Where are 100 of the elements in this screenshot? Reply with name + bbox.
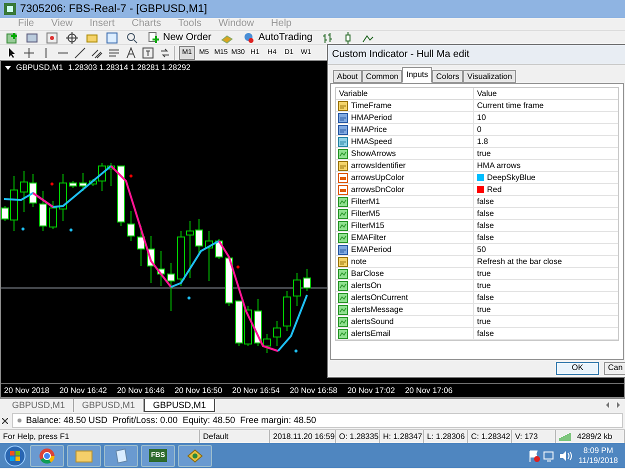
variable-name: alertsSound bbox=[351, 318, 394, 326]
variable-value[interactable]: true bbox=[477, 318, 491, 326]
column-header[interactable]: Value bbox=[474, 88, 618, 99]
candlestick bbox=[225, 256, 233, 306]
flag-icon[interactable] bbox=[528, 450, 540, 462]
variable-value[interactable]: 50 bbox=[477, 246, 486, 254]
time-axis-label: 20 Nov 16:50 bbox=[174, 386, 222, 394]
variable-value[interactable]: false bbox=[477, 222, 494, 230]
variable-name: EMAFilter bbox=[351, 234, 386, 242]
variable-value[interactable]: DeepSkyBlue bbox=[487, 174, 536, 182]
market-watch-icon[interactable] bbox=[44, 30, 60, 44]
variable-type-icon bbox=[338, 160, 348, 170]
variable-value[interactable]: false bbox=[477, 234, 494, 242]
hma-up-line bbox=[277, 294, 308, 352]
dialog-button[interactable]: Can bbox=[604, 362, 625, 374]
profiles-icon[interactable] bbox=[24, 30, 40, 44]
variable-type-icon bbox=[338, 280, 348, 290]
trendline-icon[interactable] bbox=[72, 46, 88, 60]
candlestick bbox=[69, 180, 77, 188]
variable-value[interactable]: true bbox=[477, 306, 491, 314]
variable-type-icon bbox=[338, 244, 348, 254]
navigator-icon[interactable] bbox=[104, 30, 120, 44]
column-header[interactable]: Variable bbox=[336, 88, 474, 99]
variable-name: alertsOnCurrent bbox=[351, 294, 408, 302]
taskbar-clock[interactable]: 8:09 PM 11/19/2018 bbox=[574, 446, 622, 466]
signal-dot bbox=[70, 228, 72, 232]
new-chart-icon[interactable] bbox=[4, 30, 20, 44]
candlestick bbox=[303, 268, 311, 292]
variable-value[interactable]: true bbox=[477, 270, 491, 278]
network-icon[interactable] bbox=[542, 450, 556, 462]
candlestick bbox=[79, 172, 87, 192]
chart-tab[interactable]: GBPUSD,M1 bbox=[144, 399, 216, 412]
candlestick bbox=[293, 272, 301, 306]
variable-type-icon bbox=[338, 124, 348, 134]
candlestick bbox=[273, 320, 281, 346]
new-order-button[interactable]: New Order bbox=[144, 30, 216, 44]
document-plus-icon bbox=[148, 32, 159, 43]
chart-symbol: GBPUSD,M1 bbox=[16, 64, 64, 72]
variable-type-icon bbox=[338, 112, 348, 122]
start-button[interactable] bbox=[3, 444, 27, 466]
variable-name: EMAPeriod bbox=[351, 246, 392, 254]
dialog-tab[interactable]: About bbox=[333, 70, 362, 83]
variable-value[interactable]: 1.8 bbox=[477, 138, 488, 146]
variable-type-icon bbox=[338, 196, 348, 206]
candlestick bbox=[167, 262, 175, 312]
dialog-tab[interactable]: Visualization bbox=[463, 70, 516, 83]
time-axis-label: 20 Nov 17:02 bbox=[347, 386, 395, 394]
variable-name: ShowArrows bbox=[351, 150, 396, 158]
balance-summary: Balance: 48.50 USD Profit/Loss: 0.00 Equity: 48.50 Free margin: 48.50 bbox=[26, 414, 316, 427]
variable-value[interactable]: true bbox=[477, 282, 491, 290]
variable-value[interactable]: Refresh at the bar close bbox=[477, 258, 562, 266]
dialog-title: Custom Indicator - Hull Ma edit bbox=[332, 48, 470, 62]
variable-type-icon bbox=[338, 232, 348, 242]
close-icon[interactable] bbox=[2, 418, 8, 424]
dropdown-triangle-icon[interactable] bbox=[5, 66, 11, 70]
volume-icon[interactable] bbox=[558, 450, 572, 462]
search-icon[interactable] bbox=[124, 30, 140, 44]
autotrading-button[interactable]: AutoTrading bbox=[239, 30, 316, 44]
taskbar-notepad-icon[interactable] bbox=[104, 444, 138, 466]
signal-dot bbox=[188, 296, 190, 300]
variable-value[interactable]: Red bbox=[487, 186, 502, 194]
hma-up-line bbox=[170, 240, 220, 288]
crosshair-icon[interactable] bbox=[64, 30, 80, 44]
app-icon bbox=[4, 3, 16, 15]
crosshair-icon[interactable] bbox=[21, 46, 37, 60]
variable-value[interactable]: true bbox=[477, 150, 491, 158]
variable-name: alertsOn bbox=[351, 282, 382, 290]
variable-value[interactable]: HMA arrows bbox=[477, 162, 521, 170]
variable-name: TimeFrame bbox=[351, 102, 392, 110]
signal-bars-icon bbox=[559, 432, 573, 441]
taskbar-browser-icon[interactable] bbox=[30, 444, 64, 466]
dialog-tab[interactable]: Colors bbox=[432, 70, 464, 83]
taskbar-folder-icon[interactable] bbox=[67, 444, 101, 466]
candlestick bbox=[137, 226, 145, 266]
text-label-icon[interactable] bbox=[140, 46, 156, 60]
taskbar-trading-icon[interactable] bbox=[178, 444, 212, 466]
dialog-tab[interactable]: Inputs bbox=[402, 67, 432, 83]
variable-type-icon bbox=[338, 304, 348, 314]
variable-value[interactable]: false bbox=[477, 330, 494, 338]
variable-value[interactable]: 10 bbox=[477, 114, 486, 122]
variable-name: HMAPrice bbox=[351, 126, 388, 134]
variable-value[interactable]: false bbox=[477, 210, 494, 218]
candlestick bbox=[39, 190, 47, 232]
signal-dot bbox=[130, 174, 132, 178]
variable-name: note bbox=[351, 258, 367, 266]
variable-type-icon bbox=[338, 148, 348, 158]
variable-value[interactable]: 0 bbox=[477, 126, 482, 134]
candlestick bbox=[127, 210, 135, 242]
variable-value[interactable]: false bbox=[477, 198, 494, 206]
variable-name: alertsMessage bbox=[351, 306, 404, 314]
variable-value[interactable]: Current time frame bbox=[477, 102, 544, 110]
scroll-arrows-icon[interactable] bbox=[605, 402, 621, 408]
signal-dot bbox=[236, 266, 240, 268]
variable-value[interactable]: false bbox=[477, 294, 494, 302]
variable-type-icon bbox=[338, 136, 348, 146]
variable-type-icon bbox=[338, 184, 348, 194]
time-axis-label: 20 Nov 17:06 bbox=[404, 386, 453, 394]
dialog-tab[interactable]: Common bbox=[362, 70, 402, 83]
dialog-button[interactable]: OK bbox=[556, 362, 599, 374]
candlestick bbox=[283, 290, 291, 332]
